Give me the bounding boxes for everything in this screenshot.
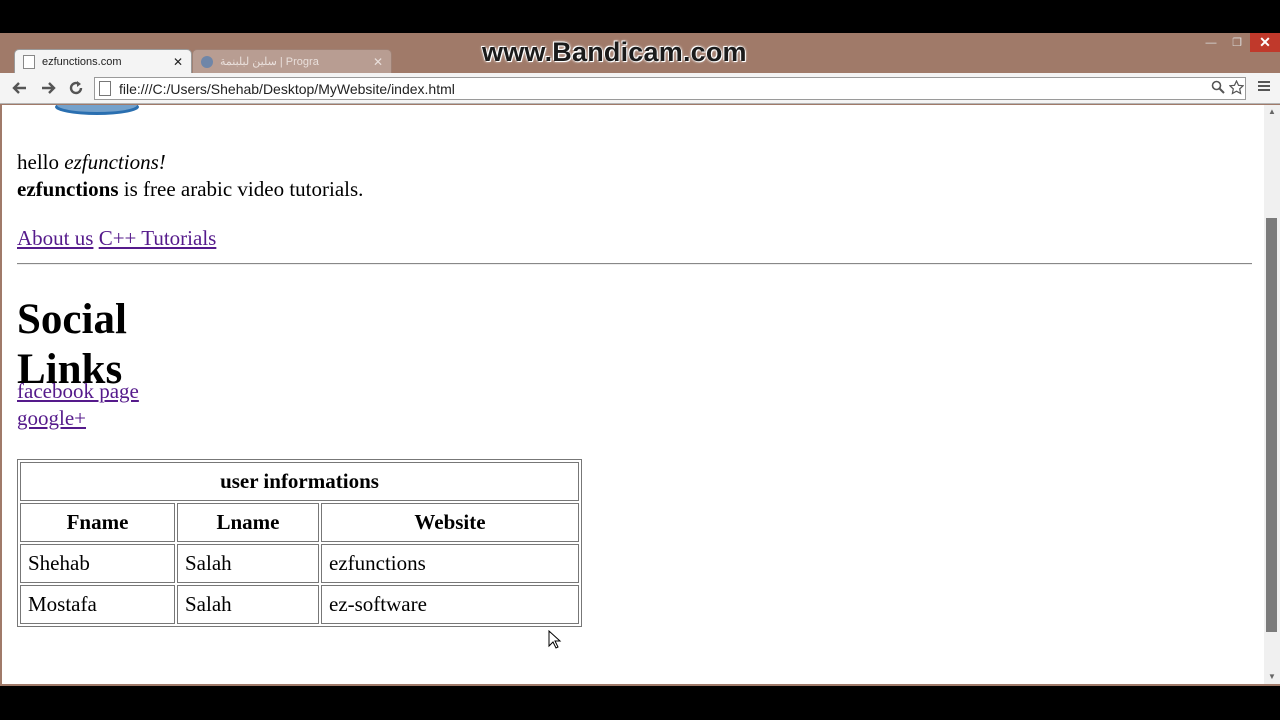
cpp-tutorials-link[interactable]: C++ Tutorials [99, 226, 217, 250]
cell-website: ezfunctions [321, 544, 579, 583]
google-line: google+ [17, 405, 86, 432]
cell-lname: Salah [177, 585, 319, 624]
scroll-down-arrow-icon[interactable]: ▼ [1264, 670, 1280, 684]
page-viewport: hello ezfunctions! ezfunctions is free a… [2, 105, 1264, 684]
cell-fname: Shehab [20, 544, 175, 583]
page-icon [99, 81, 111, 96]
table-caption-row: user informations [20, 462, 579, 501]
tagline: is free arabic video tutorials. [118, 177, 364, 201]
greeting-line: hello ezfunctions! [17, 149, 166, 176]
cell-website: ez-software [321, 585, 579, 624]
browser-window: www.Bandicam.com — ❐ ✕ ezfunctions.com ✕… [0, 33, 1280, 686]
header-fname: Fname [20, 503, 175, 542]
horizontal-rule [17, 263, 1252, 265]
mouse-cursor-icon [548, 630, 562, 649]
close-window-button[interactable]: ✕ [1250, 33, 1280, 52]
maximize-button[interactable]: ❐ [1224, 33, 1250, 52]
url-text[interactable]: file:///C:/Users/Shehab/Desktop/MyWebsit… [119, 81, 1209, 97]
greeting-name: ezfunctions! [64, 150, 166, 174]
close-tab-icon[interactable]: ✕ [173, 55, 183, 69]
scroll-up-arrow-icon[interactable]: ▲ [1264, 105, 1280, 119]
table-header-row: Fname Lname Website [20, 503, 579, 542]
cell-lname: Salah [177, 544, 319, 583]
browser-toolbar: file:///C:/Users/Shehab/Desktop/MyWebsit… [0, 73, 1280, 104]
nav-links: About us C++ Tutorials [17, 225, 216, 252]
tab-ezfunctions[interactable]: ezfunctions.com ✕ [14, 49, 192, 73]
tagline-line: ezfunctions is free arabic video tutoria… [17, 176, 363, 203]
facebook-line: facebook page [17, 378, 139, 405]
cell-fname: Mostafa [20, 585, 175, 624]
close-tab-icon[interactable]: ✕ [373, 55, 383, 69]
google-plus-link[interactable]: google+ [17, 406, 86, 430]
back-arrow-icon[interactable] [10, 79, 30, 99]
reload-icon[interactable] [66, 79, 86, 99]
site-name: ezfunctions [17, 177, 119, 201]
star-icon[interactable] [1227, 79, 1245, 98]
video-letterbox-top [0, 0, 1280, 33]
scrollbar-thumb[interactable] [1266, 218, 1277, 632]
video-letterbox-bottom [0, 686, 1280, 720]
table-row: Shehab Salah ezfunctions [20, 544, 579, 583]
tab-background[interactable]: سلين لبلبنمة | Progra ✕ [192, 49, 392, 73]
address-bar[interactable]: file:///C:/Users/Shehab/Desktop/MyWebsit… [94, 77, 1246, 100]
bandicam-watermark: www.Bandicam.com [482, 37, 747, 67]
minimize-button[interactable]: — [1198, 33, 1224, 52]
header-lname: Lname [177, 503, 319, 542]
tab-title: ezfunctions.com [42, 55, 122, 68]
magnifier-icon[interactable] [1209, 80, 1227, 97]
hamburger-menu-icon[interactable] [1254, 79, 1274, 99]
forward-arrow-icon[interactable] [38, 79, 58, 99]
tab-title: سلين لبلبنمة | Progra [220, 56, 319, 68]
vertical-scrollbar[interactable]: ▲ ▼ [1264, 105, 1280, 684]
window-controls: — ❐ ✕ [1198, 33, 1280, 53]
facebook-link[interactable]: facebook page [17, 379, 139, 403]
about-us-link[interactable]: About us [17, 226, 93, 250]
header-website: Website [321, 503, 579, 542]
table-caption: user informations [20, 462, 579, 501]
user-info-table: user informations Fname Lname Website Sh… [17, 459, 582, 627]
page-icon [23, 54, 35, 69]
globe-icon [201, 55, 213, 68]
greeting-prefix: hello [17, 150, 65, 174]
table-row: Mostafa Salah ez-software [20, 585, 579, 624]
site-logo [55, 105, 139, 115]
